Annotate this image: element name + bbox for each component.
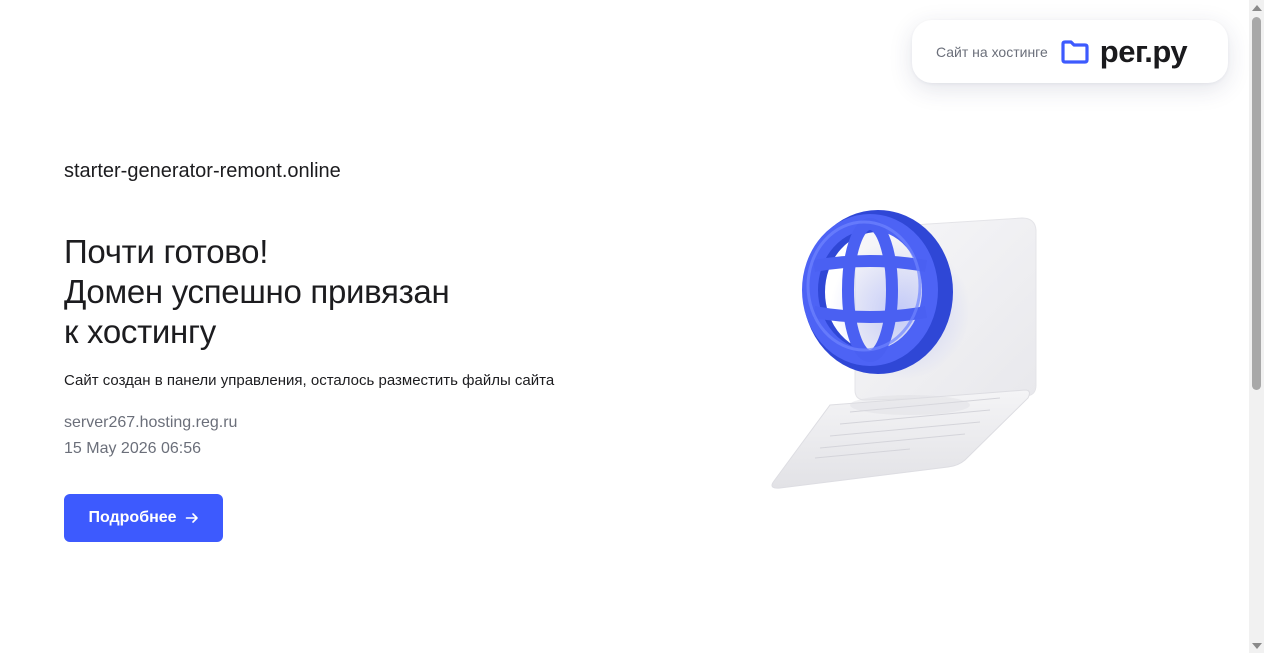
scroll-up-arrow-icon[interactable] <box>1252 5 1262 11</box>
domain-name: starter-generator-remont.online <box>64 160 341 182</box>
brand-logo-text: рег.ру <box>1099 33 1188 69</box>
arrow-right-icon <box>185 511 199 525</box>
scroll-down-arrow-icon[interactable] <box>1252 643 1262 649</box>
headline-line-2: Домен успешно привязан <box>64 273 450 310</box>
page: Сайт на хостинге рег.ру starter-generato… <box>0 0 1264 653</box>
subtitle: Сайт создан в панели управления, осталос… <box>64 372 555 389</box>
hosting-badge[interactable]: Сайт на хостинге рег.ру <box>912 20 1228 83</box>
folder-icon <box>1060 39 1090 65</box>
more-button[interactable]: Подробнее <box>64 494 223 542</box>
laptop-globe-illustration <box>760 200 1060 500</box>
headline: Почти готово! Домен успешно привязан к х… <box>64 232 450 352</box>
headline-line-1: Почти готово! <box>64 233 269 270</box>
server-name: server267.hosting.reg.ru <box>64 414 238 431</box>
hosting-badge-text: Сайт на хостинге <box>936 43 1048 60</box>
more-button-label: Подробнее <box>88 509 177 526</box>
vertical-scrollbar[interactable] <box>1249 0 1264 653</box>
scrollbar-thumb[interactable] <box>1252 17 1261 390</box>
headline-line-3: к хостингу <box>64 313 216 350</box>
date-stamp: 15 May 2026 06:56 <box>64 440 201 457</box>
